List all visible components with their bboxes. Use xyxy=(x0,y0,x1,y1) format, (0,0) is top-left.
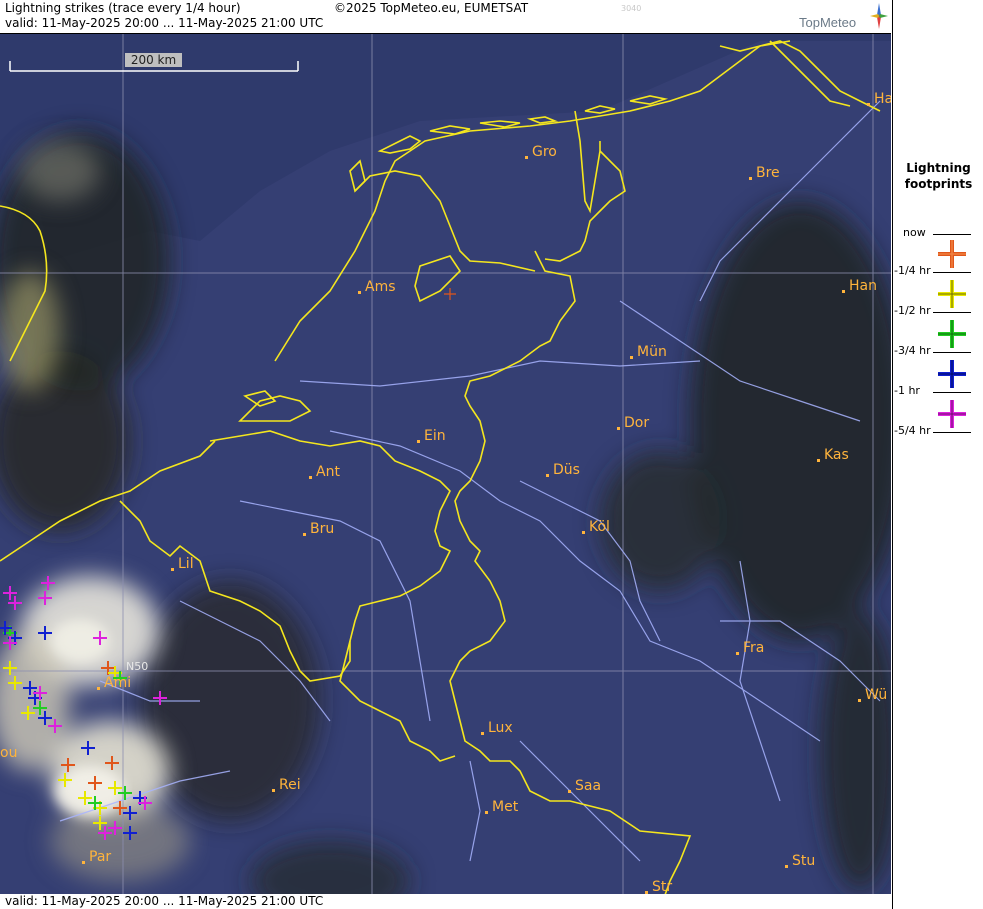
city-label-lil: Lil xyxy=(171,556,194,572)
latitude-label: N50 xyxy=(126,660,149,673)
strike-half-hour-icon xyxy=(938,320,966,348)
satellite-map[interactable]: 200 km N50 Ha Gro Bre Ams Han Mün Dor Ei… xyxy=(0,33,891,895)
valid-time: valid: 11-May-2025 20:00 ... 11-May-2025… xyxy=(5,16,324,30)
city-label-han: Han xyxy=(842,278,877,294)
city-label-bre: Bre xyxy=(749,165,780,181)
city-label-gro: Gro xyxy=(525,144,557,160)
city-label-mun: Mün xyxy=(630,344,667,360)
scale-label: 200 km xyxy=(125,53,182,67)
city-label-ein: Ein xyxy=(417,428,446,444)
city-label-wu: Wü xyxy=(858,687,887,703)
lightning-legend: Lightning footprints now -1/4 hr -1/2 hr… xyxy=(892,0,983,909)
map-header: Lightning strikes (trace every 1/4 hour)… xyxy=(0,0,891,33)
copyright: ©2025 TopMeteo.eu, EUMETSAT xyxy=(334,1,529,15)
strike-one-hour-icon xyxy=(938,400,966,428)
strike-now-icon xyxy=(938,240,966,268)
legend-title: Lightning footprints xyxy=(904,161,973,191)
city-label-saa: Saa xyxy=(568,778,601,794)
map-canvas xyxy=(0,34,891,895)
city-label-dus: Düs xyxy=(546,462,580,478)
city-label-met: Met xyxy=(485,799,518,815)
strike-three-quarter-hour-icon xyxy=(938,360,966,388)
city-label-ant: Ant xyxy=(309,464,340,480)
city-label-ams: Ams xyxy=(358,279,396,295)
city-label-stu: Stu xyxy=(785,853,815,869)
city-label-rei: Rei xyxy=(272,777,301,793)
compass-star-icon xyxy=(870,3,888,29)
city-label-fra: Fra xyxy=(736,640,764,656)
city-label-ami: Ami xyxy=(97,675,131,691)
image-code: 3040 xyxy=(621,4,642,13)
city-label-lux: Lux xyxy=(481,720,513,736)
city-label-ou: ou xyxy=(0,745,18,761)
map-title: Lightning strikes (trace every 1/4 hour) xyxy=(5,1,241,15)
city-label-str: Str xyxy=(645,879,672,895)
strike-quarter-hour-icon xyxy=(938,280,966,308)
city-label-bru: Bru xyxy=(303,521,334,537)
city-label-ha: Ha xyxy=(867,91,891,107)
map-footer: valid: 11-May-2025 20:00 ... 11-May-2025… xyxy=(0,894,891,909)
footer-valid-time: valid: 11-May-2025 20:00 ... 11-May-2025… xyxy=(5,894,324,908)
city-label-par: Par xyxy=(82,849,111,865)
city-label-kol: Köl xyxy=(582,519,610,535)
topmeteo-logo: TopMeteo xyxy=(797,2,891,32)
city-label-dor: Dor xyxy=(617,415,649,431)
city-label-kas: Kas xyxy=(817,447,849,463)
